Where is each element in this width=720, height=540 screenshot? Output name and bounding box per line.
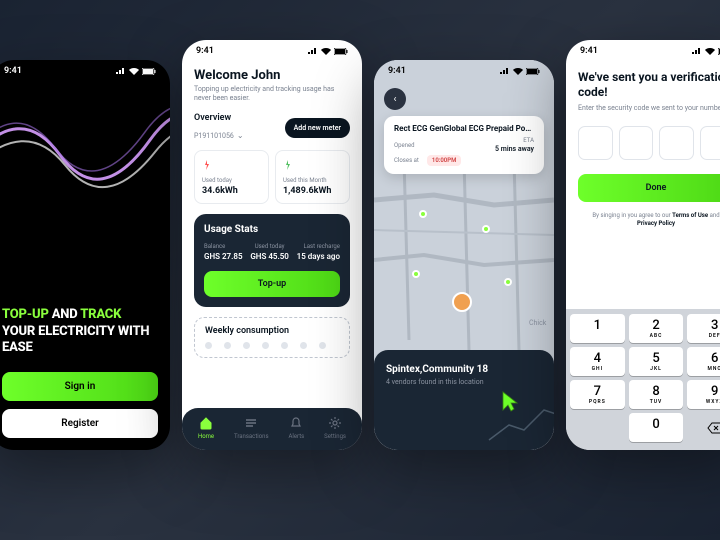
keypad-6[interactable]: 6MNO [687,347,720,376]
keypad-0[interactable]: 0 [629,413,684,442]
transactions-icon [244,416,258,430]
used-today-card: Used today 34.6kWh [194,150,269,204]
done-button[interactable]: Done [578,174,720,202]
keypad-5[interactable]: 5JKL [629,347,684,376]
onboarding-headline: TOP-UP AND TRACKYOUR ELECTRICITY WITH EA… [2,307,158,356]
welcome-subtitle: Topping up electricity and tracking usag… [194,85,350,103]
bolt-icon [202,160,212,170]
map-screen: Chick 9:41 ‹ Rect ECG GenGlobal ECG Prep… [374,60,554,450]
terms-text: By singing in you agree to our Terms of … [578,212,720,229]
chevron-down-icon: ⌄ [237,131,244,140]
status-indicators [308,48,348,55]
privacy-link[interactable]: Privacy Policy [637,220,675,227]
location-title: Spintex,Community 18 [386,364,542,375]
keypad-4[interactable]: 4GHI [570,347,625,376]
settings-icon [328,416,342,430]
vendor-marker[interactable] [504,278,512,286]
keypad-blank [570,413,625,442]
verification-title: We've sent you a verification code! [578,70,720,100]
keypad-7[interactable]: 7PQRS [570,380,625,409]
welcome-heading: Welcome John [194,68,350,83]
status-bar: 9:41 [566,40,720,58]
keypad-9[interactable]: 9WXYZ [687,380,720,409]
bottom-nav: Home Transactions Alerts Settings [182,408,362,450]
chevron-left-icon: ‹ [393,94,396,105]
top-up-button[interactable]: Top-up [204,271,340,297]
status-bar: 9:41 [182,40,362,58]
hero-wave-graphic [0,60,170,260]
vendor-count: 4 vendors found in this location [386,378,542,386]
vendor-marker[interactable] [482,225,490,233]
home-icon [199,416,213,430]
numeric-keypad: 1 2ABC 3DEF 4GHI 5JKL 6MNO 7PQRS 8TUV 9W… [566,309,720,450]
nav-home[interactable]: Home [198,416,214,440]
code-input-row [578,126,720,160]
vendor-info-card[interactable]: Rect ECG GenGlobal ECG Prepaid Po… Opene… [384,116,544,174]
route-line [484,400,554,450]
register-button[interactable]: Register [2,409,158,438]
weekly-dots [205,342,339,349]
used-today-stat: Used todayGHS 45.50 [250,243,289,261]
vendor-eta: ETA 5 mins away [495,137,534,153]
verification-screen: 9:41 We've sent you a verification code!… [566,40,720,450]
keypad-1[interactable]: 1 [570,314,625,343]
nav-transactions[interactable]: Transactions [234,416,269,440]
sign-in-button[interactable]: Sign in [2,372,158,401]
bolt-icon [283,160,293,170]
backspace-icon [707,422,720,434]
status-time: 9:41 [388,66,406,76]
status-bar: 9:41 [374,60,554,78]
keypad-3[interactable]: 3DEF [687,314,720,343]
code-input-1[interactable] [578,126,613,160]
user-location-avatar[interactable] [452,292,472,312]
onboarding-screen: 9:41 TOP-UP AND TRACKYOUR ELECTRICITY WI… [0,60,170,450]
status-indicators [692,48,720,55]
keypad-2[interactable]: 2ABC [629,314,684,343]
used-month-card: Used this Month 1,489.6kWh [275,150,350,204]
keypad-8[interactable]: 8TUV [629,380,684,409]
vendor-marker[interactable] [419,210,427,218]
status-time: 9:41 [196,46,214,56]
meter-selector[interactable]: P191101056⌄ [194,123,244,142]
svg-text:Chick: Chick [529,319,547,327]
alerts-icon [289,416,303,430]
closes-time-badge: 10:00PM [427,155,461,166]
add-new-meter-button[interactable]: Add new meter [285,118,350,138]
dashboard-screen: 9:41 Welcome John Topping up electricity… [182,40,362,450]
nav-settings[interactable]: Settings [324,416,346,440]
code-input-2[interactable] [619,126,654,160]
usage-stats-panel: Usage Stats BalanceGHS 27.85 Used todayG… [194,214,350,307]
verification-subtitle: Enter the security code we sent to your … [578,104,720,112]
status-indicators [500,68,540,75]
usage-stats-title: Usage Stats [204,224,340,235]
overview-header: Overview P191101056⌄ Add new meter [194,113,350,142]
status-time: 9:41 [580,46,598,56]
back-button[interactable]: ‹ [384,88,406,110]
code-input-4[interactable] [700,126,720,160]
vendor-marker[interactable] [412,270,420,278]
overview-label: Overview [194,113,244,123]
vendor-list-sheet[interactable]: Spintex,Community 18 4 vendors found in … [374,350,554,450]
weekly-consumption-panel: Weekly consumption [194,317,350,358]
terms-link[interactable]: Terms of Use [672,212,708,219]
keypad-delete[interactable] [687,413,720,442]
balance-stat: BalanceGHS 27.85 [204,243,243,261]
code-input-3[interactable] [659,126,694,160]
nav-alerts[interactable]: Alerts [288,416,304,440]
vendor-title: Rect ECG GenGlobal ECG Prepaid Po… [394,124,534,133]
last-recharge-stat: Last recharge15 days ago [297,243,340,261]
